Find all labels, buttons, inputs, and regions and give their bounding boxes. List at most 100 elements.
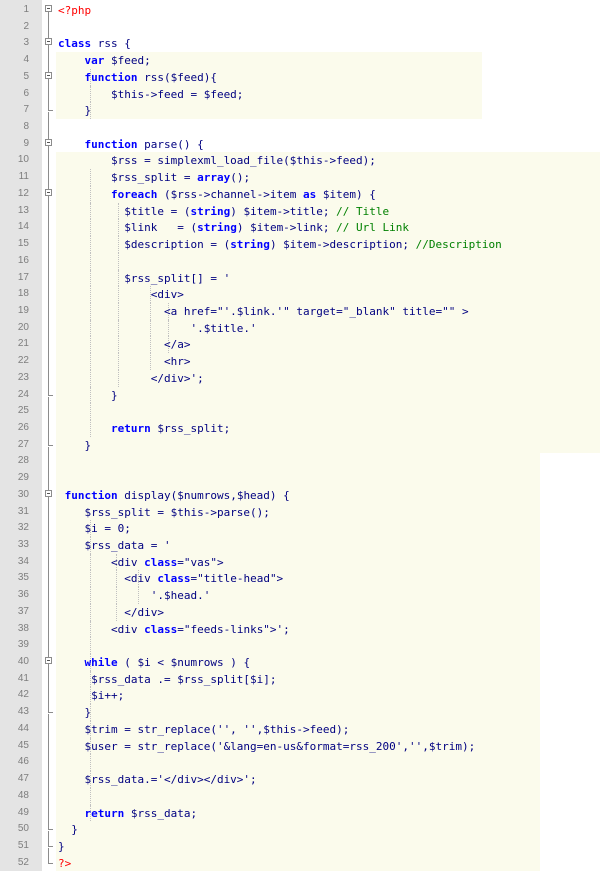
fold-toggle-icon[interactable] [44, 135, 54, 153]
code-text[interactable]: $rss_data .= $rss_split[$i]; [58, 672, 276, 687]
code-line[interactable]: 22 <hr> [0, 353, 610, 370]
code-text[interactable]: } [58, 839, 65, 854]
code-text[interactable]: <hr> [58, 354, 191, 369]
code-line[interactable]: 43 } [0, 704, 610, 722]
code-line[interactable]: 25 [0, 403, 610, 420]
code-text[interactable]: $rss_split[] = ' [58, 271, 230, 286]
code-lines[interactable]: 1 <?php 2 3 class rss {4 var $feed; 5 functio… [0, 2, 610, 871]
code-line[interactable]: 7 } [0, 102, 610, 120]
code-text[interactable]: <a href="'.$link.'" target="_blank" titl… [58, 304, 469, 319]
fold-toggle-icon[interactable] [44, 68, 54, 86]
code-line[interactable]: 2 [0, 18, 610, 36]
code-text[interactable]: <div class="vas"> [58, 555, 224, 570]
code-text[interactable]: } [58, 103, 91, 118]
code-text[interactable]: $link = (string) $item->link; // Url Lin… [58, 220, 409, 235]
code-line[interactable]: 32 $i = 0; [0, 520, 610, 537]
code-line[interactable]: 4 var $feed; [0, 52, 610, 69]
code-line[interactable]: 34 <div class="vas"> [0, 553, 610, 571]
fold-toggle-icon[interactable] [44, 185, 54, 203]
code-line[interactable]: 47 $rss_data.='</div></div>'; [0, 771, 610, 788]
code-text[interactable]: function rss($feed){ [58, 70, 217, 85]
code-text[interactable]: var $feed; [58, 53, 151, 68]
code-text[interactable]: $trim = str_replace('', '',$this->feed); [58, 722, 349, 737]
code-line[interactable]: 38 <div class="feeds-links">'; [0, 620, 610, 638]
code-line[interactable]: 26 return $rss_split; [0, 419, 610, 437]
code-text[interactable]: $rss_split = array(); [58, 170, 250, 185]
code-line[interactable]: 18 <div> [0, 286, 610, 303]
code-text[interactable]: $i++; [58, 688, 124, 703]
code-text[interactable]: </div>'; [58, 371, 204, 386]
code-line[interactable]: 44 $trim = str_replace('', '',$this->fee… [0, 720, 610, 738]
code-text[interactable]: } [58, 705, 91, 720]
code-line[interactable]: 3 class rss { [0, 35, 610, 53]
code-line[interactable]: 41 $rss_data .= $rss_split[$i]; [0, 670, 610, 688]
code-line[interactable]: 20 '.$title.' [0, 319, 610, 337]
code-text[interactable]: $rss_data = ' [58, 538, 170, 553]
code-line[interactable]: 37 </div> [0, 603, 610, 621]
code-line[interactable]: 23 </div>'; [0, 369, 610, 387]
code-line[interactable]: 33 $rss_data = ' [0, 537, 610, 554]
code-text[interactable]: } [58, 388, 118, 403]
fold-toggle-icon[interactable] [44, 2, 54, 19]
code-line[interactable]: 15 $description = (string) $item->descri… [0, 236, 610, 253]
code-line[interactable]: 52 ?> [0, 854, 610, 871]
code-line[interactable]: 28 [0, 453, 610, 471]
code-text[interactable]: $i = 0; [58, 521, 130, 536]
code-line[interactable]: 50 } [0, 821, 610, 839]
code-text[interactable]: $title = (string) $item->title; // Title [58, 204, 389, 219]
code-line[interactable]: 49 return $rss_data; [0, 804, 610, 822]
code-line[interactable]: 46 [0, 754, 610, 772]
code-text[interactable]: $user = str_replace('&lang=en-us&format=… [58, 739, 475, 754]
code-line[interactable]: 11 $rss_split = array(); [0, 169, 610, 186]
code-line[interactable]: 1 <?php [0, 2, 610, 19]
code-line[interactable]: 39 [0, 637, 610, 655]
code-text[interactable]: <div> [58, 287, 184, 302]
fold-toggle-icon[interactable] [44, 486, 54, 504]
code-text[interactable]: $rss_split = $this->parse(); [58, 505, 269, 520]
fold-toggle-icon[interactable] [44, 654, 54, 672]
code-line[interactable]: 9 function parse() { [0, 135, 610, 153]
code-text[interactable]: ?> [58, 856, 71, 871]
code-line[interactable]: 30 function display($numrows,$head) { [0, 486, 610, 504]
code-line[interactable]: 17 $rss_split[] = ' [0, 269, 610, 287]
code-editor[interactable]: 1 <?php 2 3 class rss {4 var $feed; 5 functio… [0, 0, 610, 871]
code-text[interactable]: <div class="feeds-links">'; [58, 622, 290, 637]
code-line[interactable]: 24 } [0, 386, 610, 404]
code-text[interactable]: '.$title.' [58, 321, 256, 336]
code-line[interactable]: 42 $i++; [0, 687, 610, 705]
code-line[interactable]: 51} [0, 837, 610, 855]
code-line[interactable]: 13 $title = (string) $item->title; // Ti… [0, 202, 610, 220]
code-text[interactable]: <div class="title-head"> [58, 571, 283, 586]
code-line[interactable]: 8 [0, 119, 610, 136]
code-text[interactable]: foreach ($rss->channel->item as $item) { [58, 187, 376, 202]
code-line[interactable]: 45 $user = str_replace('&lang=en-us&form… [0, 737, 610, 755]
code-line[interactable]: 35 <div class="title-head"> [0, 570, 610, 588]
code-line[interactable]: 12 foreach ($rss->channel->item as $item… [0, 185, 610, 203]
code-text[interactable]: </a> [58, 337, 191, 352]
code-text[interactable]: $rss_data.='</div></div>'; [58, 772, 256, 787]
code-text[interactable]: '.$head.' [58, 588, 211, 603]
code-text[interactable]: function parse() { [58, 137, 204, 152]
code-text[interactable]: } [58, 438, 91, 453]
code-text[interactable]: return $rss_split; [58, 421, 230, 436]
code-text[interactable]: class rss { [58, 36, 131, 51]
code-text[interactable]: <?php [58, 3, 91, 18]
code-text[interactable]: return $rss_data; [58, 806, 198, 821]
fold-toggle-icon[interactable] [44, 35, 54, 53]
code-text[interactable]: $rss = simplexml_load_file($this->feed); [58, 153, 376, 168]
code-text[interactable]: while ( $i < $numrows ) { [58, 655, 251, 670]
code-line[interactable]: 40 while ( $i < $numrows ) { [0, 654, 610, 672]
code-line[interactable]: 6 $this->feed = $feed; [0, 85, 610, 103]
code-text[interactable]: } [58, 822, 78, 837]
code-line[interactable]: 5 function rss($feed){ [0, 68, 610, 86]
code-line[interactable]: 21 </a> [0, 336, 610, 354]
code-text[interactable]: function display($numrows,$head) { [58, 488, 290, 503]
code-text[interactable]: $description = (string) $item->descripti… [58, 237, 502, 252]
code-text[interactable]: </div> [58, 605, 164, 620]
code-line[interactable]: 19 <a href="'.$link.'" target="_blank" t… [0, 302, 610, 320]
code-text[interactable]: $this->feed = $feed; [58, 87, 243, 102]
code-line[interactable]: 14 $link = (string) $item->link; // Url … [0, 219, 610, 237]
code-line[interactable]: 27 } [0, 436, 610, 454]
code-line[interactable]: 16 [0, 252, 610, 270]
code-line[interactable]: 48 [0, 787, 610, 805]
